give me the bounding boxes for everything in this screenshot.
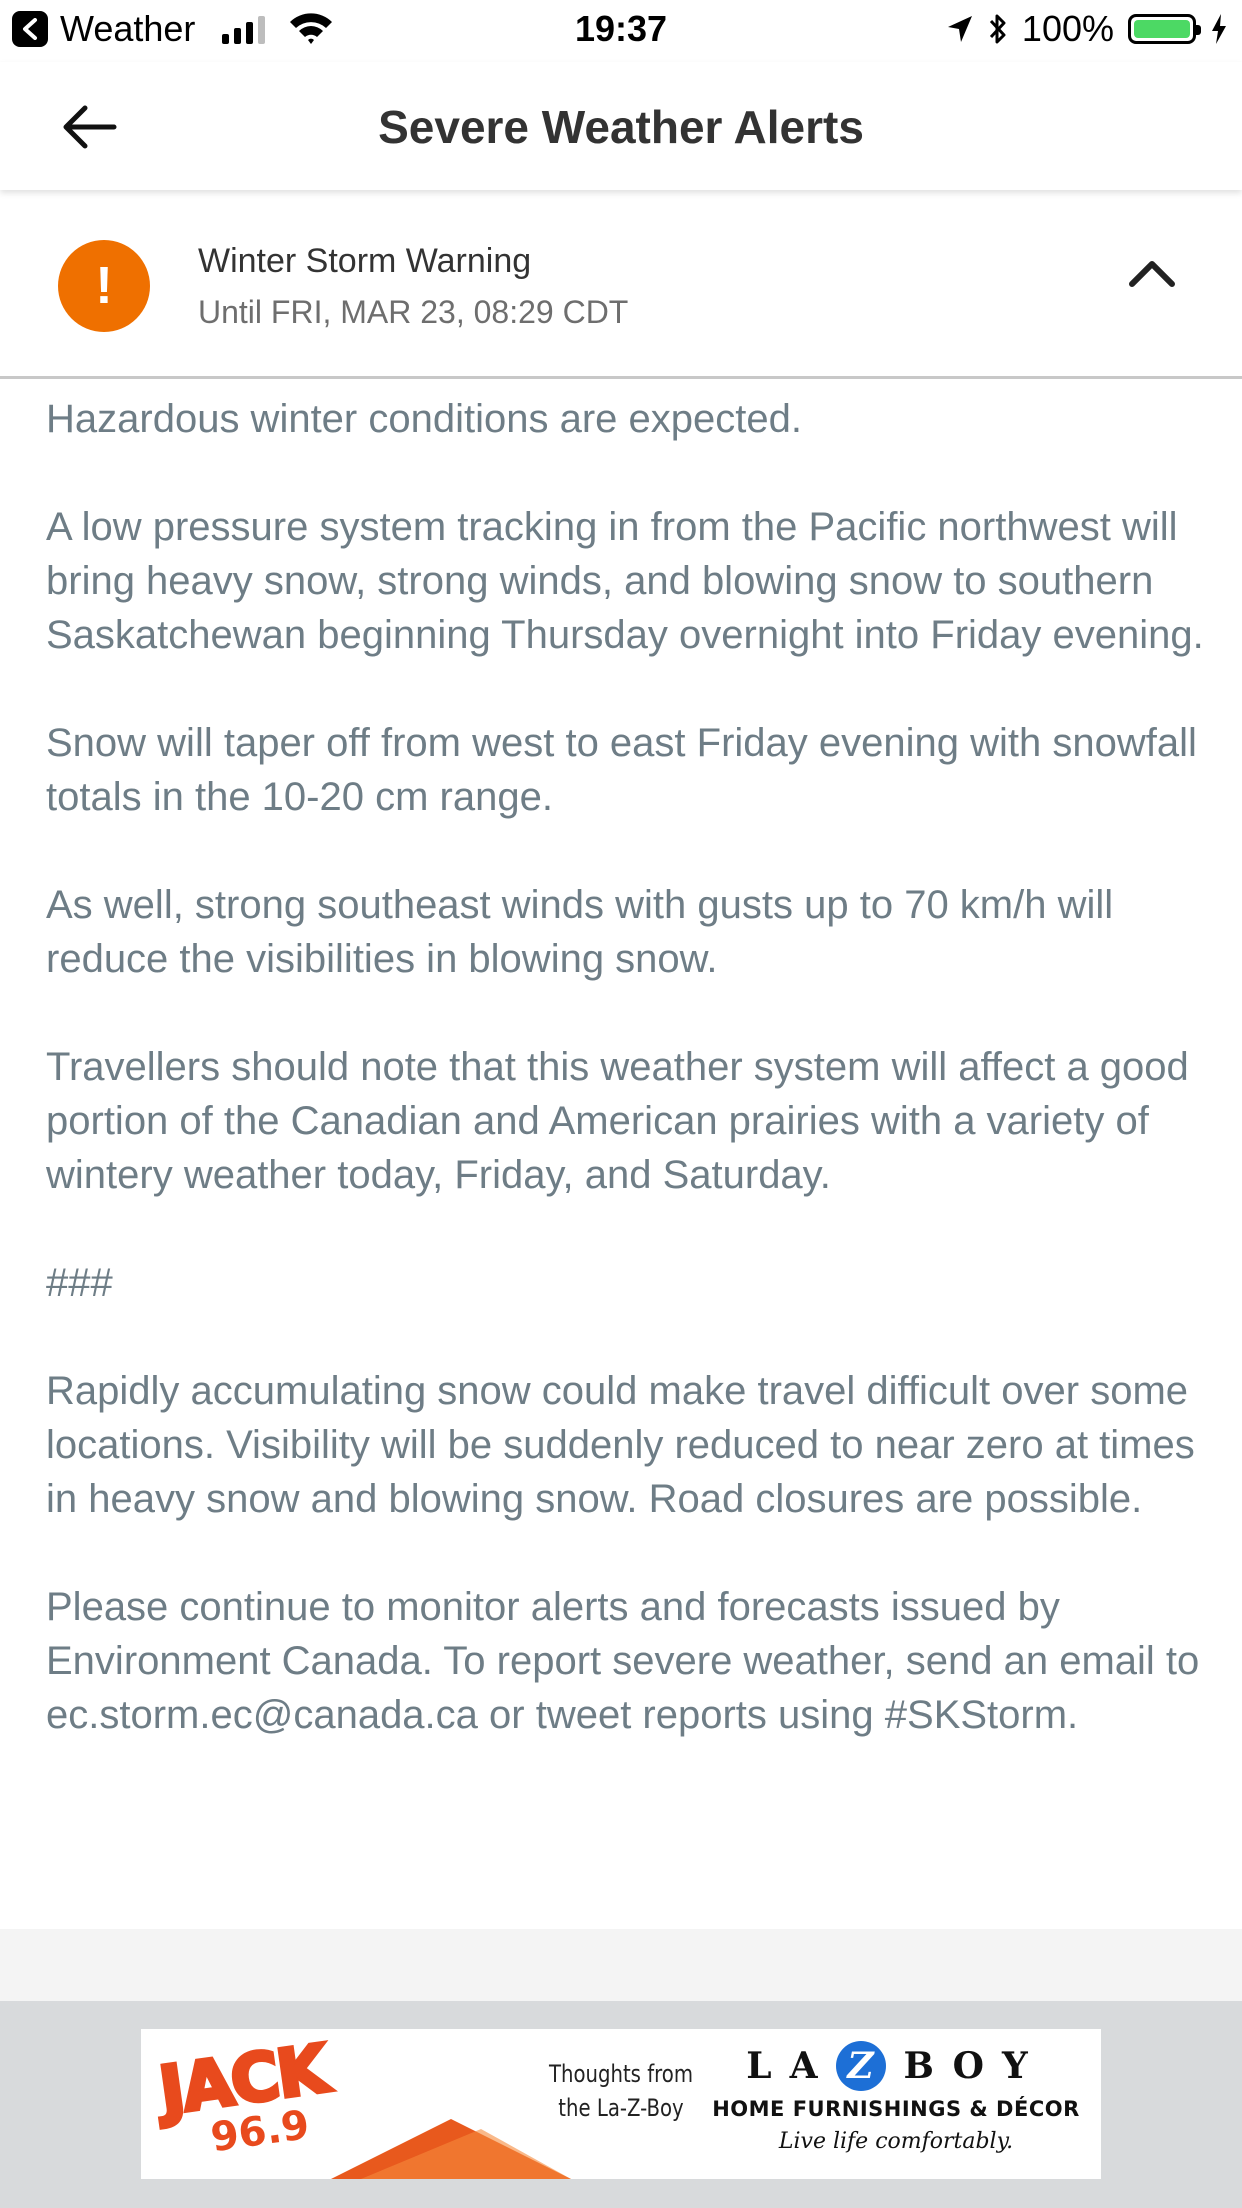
content-footer: [0, 1929, 1242, 2001]
alert-paragraph: Travellers should note that this weather…: [46, 1045, 1189, 1197]
alert-paragraph: Please continue to monitor alerts and fo…: [46, 1585, 1200, 1737]
alert-paragraph: Hazardous winter conditions are expected…: [46, 397, 802, 441]
brand-z-badge: Z: [835, 2041, 886, 2091]
battery-percent: 100%: [1021, 8, 1114, 49]
ad-tagline-line2: the La-Z-Boy: [558, 2094, 684, 2122]
alert-paragraph: Snow will taper off from west to east Fr…: [46, 721, 1197, 819]
location-arrow-icon: [947, 16, 972, 42]
alert-paragraph: A low pressure system tracking in from t…: [46, 505, 1204, 657]
battery-icon: [1128, 14, 1201, 44]
alert-expiry: Until FRI, MAR 23, 08:29 CDT: [198, 294, 629, 330]
brand-right: BOY: [903, 2045, 1046, 2087]
ad-tagline: Thoughts from the La-Z-Boy: [539, 2057, 703, 2125]
collapse-button[interactable]: [1122, 248, 1182, 298]
ad-banner[interactable]: JACK 96.9 Thoughts from the La-Z-Boy LA Z…: [141, 2029, 1101, 2179]
charging-bolt-icon: [1212, 14, 1226, 44]
alert-header[interactable]: ! Winter Storm Warning Until FRI, MAR 23…: [0, 200, 1242, 379]
brand-left: LA: [746, 2045, 836, 2087]
ad-tagline-line1: Thoughts from: [548, 2060, 693, 2088]
app-bar: Severe Weather Alerts: [0, 62, 1242, 190]
bluetooth-icon: [989, 14, 1006, 44]
ad-area: JACK 96.9 Thoughts from the La-Z-Boy LA Z…: [0, 2001, 1242, 2208]
chevron-up-icon: [1129, 261, 1175, 287]
brand-slogan: Live life comfortably.: [778, 2129, 1014, 2154]
brand-subtitle: HOME FURNISHINGS & DÉCOR: [712, 2097, 1080, 2121]
alert-paragraph: As well, strong southeast winds with gus…: [46, 883, 1114, 981]
lazboy-logo: LA Z BOY HOME FURNISHINGS & DÉCOR Live lif…: [701, 2041, 1091, 2154]
warning-icon: !: [58, 240, 150, 332]
status-bar: Weather 19:37 100%: [0, 0, 1242, 62]
alert-paragraph: Rapidly accumulating snow could make tra…: [46, 1369, 1195, 1521]
alert-description: Hazardous winter conditions are expected…: [46, 392, 1206, 1929]
alert-title: Winter Storm Warning: [198, 242, 532, 280]
alert-paragraph: ###: [46, 1261, 113, 1305]
page-title: Severe Weather Alerts: [378, 101, 864, 153]
battery-level-fill: [1134, 20, 1190, 38]
orange-swoosh-graphic: [331, 2119, 571, 2179]
